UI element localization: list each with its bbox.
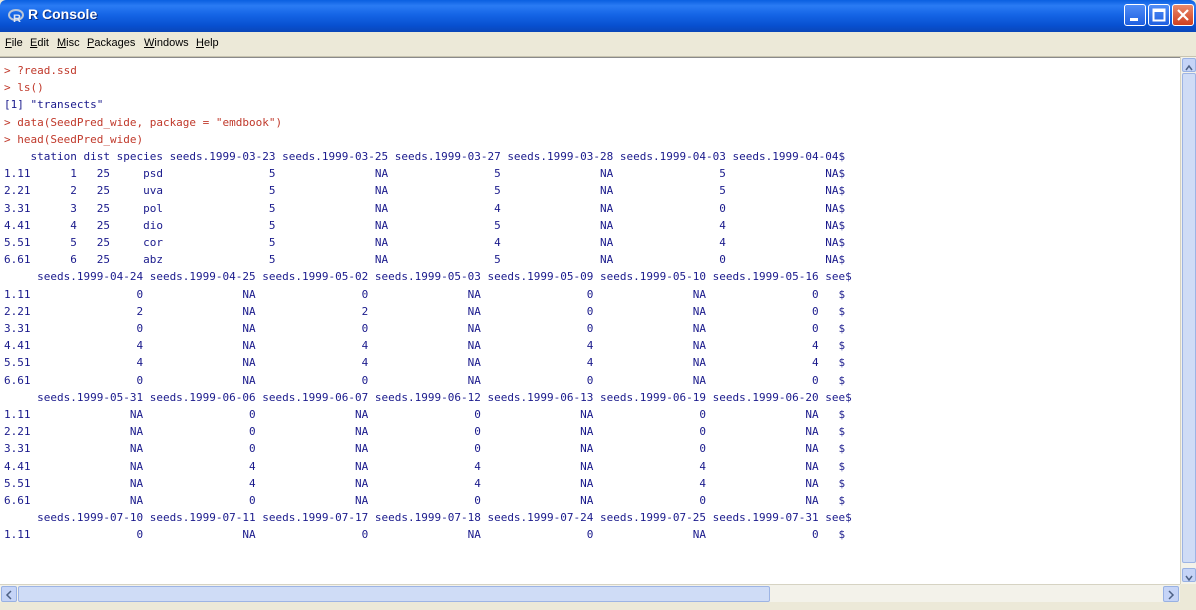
console-command-line: > ?read.ssd: [4, 64, 77, 77]
horizontal-scrollbar[interactable]: [0, 584, 1180, 603]
menu-bar: File Edit Misc Packages Windows Help: [0, 32, 1196, 57]
r-console-window: R R Console File Edit Misc Packages Wind…: [0, 0, 1196, 610]
chevron-left-icon: [5, 590, 12, 600]
horizontal-scroll-thumb[interactable]: [18, 586, 770, 602]
chevron-down-icon: [1185, 575, 1193, 582]
scroll-down-arrow[interactable]: [1182, 568, 1196, 582]
menu-file[interactable]: File: [5, 37, 23, 49]
scroll-up-arrow[interactable]: [1182, 58, 1196, 72]
console-output-line: 4.41 4 25 dio 5 NA 5 NA 4 NA$: [4, 218, 846, 232]
console-output-line: seeds.1999-05-31 seeds.1999-06-06 seeds.…: [4, 390, 852, 404]
console-output-line: 2.21 2 NA 2 NA 0 NA 0 $: [4, 304, 846, 318]
window-bottom-border: [0, 602, 1196, 610]
console-output-line: 4.41 4 NA 4 NA 4 NA 4 $: [4, 339, 846, 353]
console-output-line: 1.11 0 NA 0 NA 0 NA 0 $: [4, 528, 846, 542]
scroll-left-arrow[interactable]: [1, 586, 17, 602]
console-output-line: 3.31 3 25 pol 5 NA 4 NA 0 NA$: [4, 201, 846, 215]
menu-edit[interactable]: Edit: [30, 37, 49, 49]
console-output-line: 2.21 NA 0 NA 0 NA 0 NA $: [4, 425, 846, 439]
size-grip[interactable]: [1180, 584, 1196, 602]
console-output-line: 4.41 NA 4 NA 4 NA 4 NA $: [4, 459, 846, 473]
console-output-line: 1.11 0 NA 0 NA 0 NA 0 $: [4, 287, 846, 301]
vertical-scrollbar[interactable]: [1180, 57, 1196, 584]
console-output-line: 1.11 NA 0 NA 0 NA 0 NA $: [4, 408, 846, 421]
scroll-right-arrow[interactable]: [1163, 586, 1179, 602]
minimize-icon: [1130, 18, 1138, 21]
console-output-line: 3.31 NA 0 NA 0 NA 0 NA $: [4, 442, 846, 456]
menu-help[interactable]: Help: [196, 37, 219, 49]
console-output-line: seeds.1999-04-24 seeds.1999-04-25 seeds.…: [4, 270, 852, 284]
r-logo-icon: R: [8, 9, 24, 24]
console-output-line: 6.61 6 25 abz 5 NA 5 NA 0 NA$: [4, 253, 846, 267]
console-output-line: 2.21 2 25 uva 5 NA 5 NA 5 NA$: [4, 184, 846, 198]
console-output-line: 5.51 4 NA 4 NA 4 NA 4 $: [4, 356, 846, 370]
console-output-line: seeds.1999-07-10 seeds.1999-07-11 seeds.…: [4, 511, 852, 525]
vertical-scroll-thumb[interactable]: [1182, 73, 1196, 563]
menu-windows[interactable]: Windows: [144, 37, 189, 49]
close-icon: [1177, 9, 1189, 21]
maximize-icon: [1152, 8, 1166, 22]
console-command-line: > head(SeedPred_wide): [4, 132, 144, 146]
console-output[interactable]: > ?read.ssd > ls() [1] "transects" > data(S…: [0, 57, 1180, 585]
console-output-line: [1] "transects": [4, 98, 104, 112]
console-output-line: station dist species seeds.1999-03-23 se…: [4, 150, 846, 163]
menu-packages[interactable]: Packages: [87, 37, 135, 49]
console-output-line: 5.51 5 25 cor 5 NA 4 NA 4 NA$: [4, 236, 846, 249]
console-command-line: > data(SeedPred_wide, package = "emdbook…: [4, 115, 283, 129]
console-command-line: > ls(): [4, 81, 44, 95]
console-output-line: 6.61 0 NA 0 NA 0 NA 0 $: [4, 373, 846, 387]
console-output-line: 5.51 NA 4 NA 4 NA 4 NA $: [4, 476, 846, 490]
maximize-button[interactable]: [1148, 4, 1170, 26]
close-button[interactable]: [1172, 4, 1194, 26]
console-output-line: 6.61 NA 0 NA 0 NA 0 NA $: [4, 494, 846, 507]
chevron-right-icon: [1168, 590, 1175, 600]
window-title: R Console: [28, 6, 98, 22]
minimize-button[interactable]: [1124, 4, 1146, 26]
svg-text:R: R: [13, 13, 21, 24]
console-output-line: 1.11 1 25 psd 5 NA 5 NA 5 NA$: [4, 167, 846, 181]
console-output-line: 3.31 0 NA 0 NA 0 NA 0 $: [4, 322, 846, 335]
menu-misc[interactable]: Misc: [57, 37, 80, 49]
title-bar[interactable]: R R Console: [0, 0, 1196, 32]
